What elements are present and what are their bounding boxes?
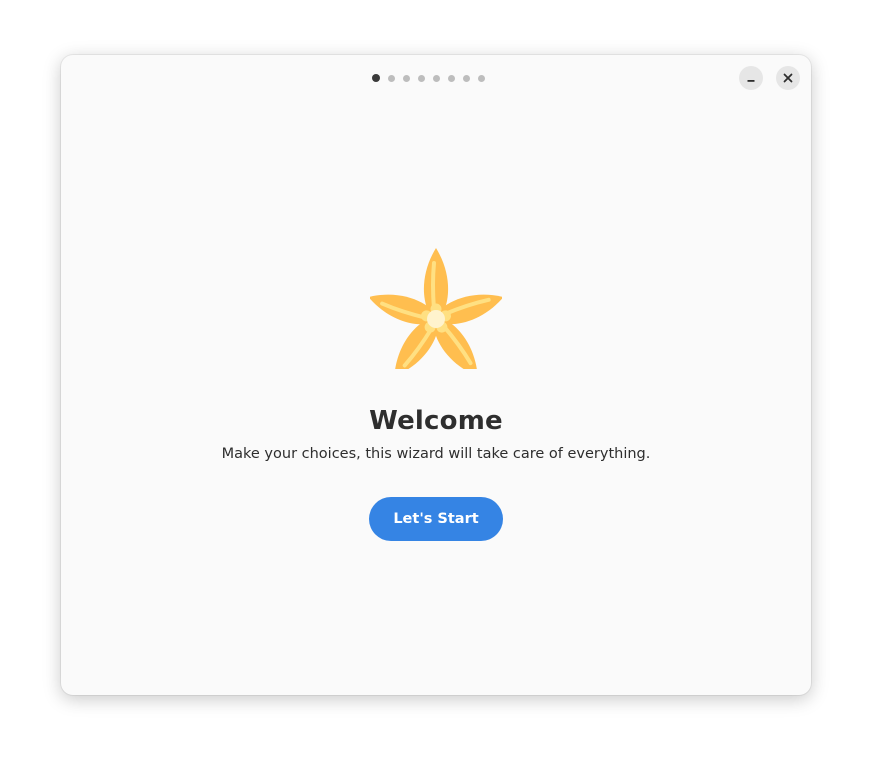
page-indicator (61, 74, 803, 82)
page-dot-2[interactable] (387, 75, 395, 82)
welcome-content: Welcome Make your choices, this wizard w… (61, 245, 811, 541)
page-dot-1[interactable] (371, 74, 380, 82)
welcome-window: Welcome Make your choices, this wizard w… (61, 55, 811, 695)
minimize-button[interactable] (739, 66, 763, 90)
welcome-subtitle: Make your choices, this wizard will take… (221, 446, 651, 462)
page-dot-5[interactable] (432, 75, 440, 82)
flower-icon (370, 248, 502, 369)
welcome-title: Welcome (369, 406, 503, 436)
page-dot-3[interactable] (402, 75, 410, 82)
close-icon (783, 73, 793, 83)
page-dot-4[interactable] (417, 75, 425, 82)
lets-start-button[interactable]: Let's Start (369, 497, 503, 541)
page-dot-8[interactable] (477, 75, 485, 82)
page-dot-6[interactable] (447, 75, 455, 82)
minimize-icon (747, 80, 755, 82)
close-button[interactable] (776, 66, 800, 90)
page-dot-7[interactable] (462, 75, 470, 82)
